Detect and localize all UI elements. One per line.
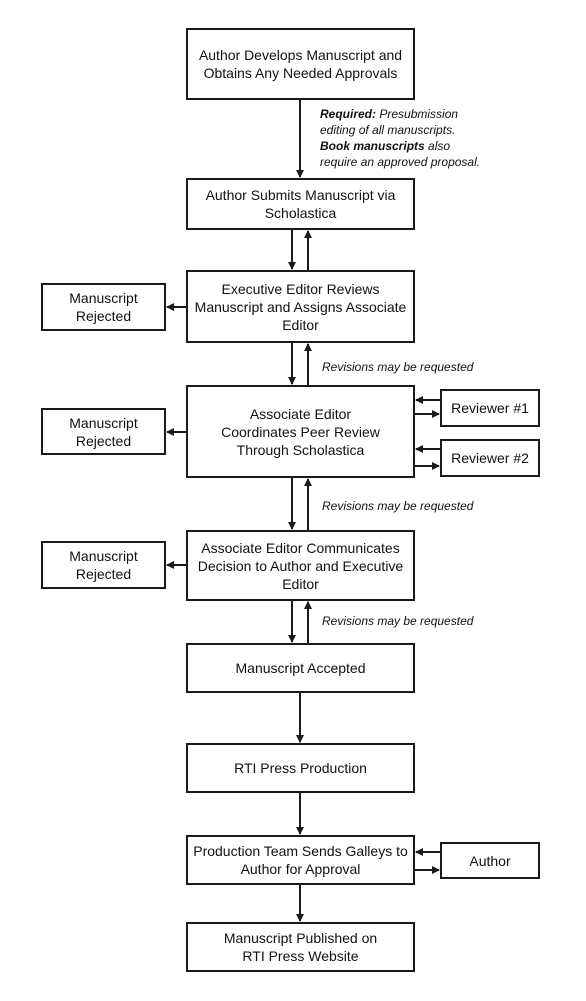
rejected-box-2: Manuscript Rejected [41,408,166,455]
revisions-note-1: Revisions may be requested [322,360,474,374]
step-develop-manuscript: Author Develops Manuscript and Obtains A… [186,28,415,100]
step-galleys: Production Team Sends Galleys to Author … [186,835,415,885]
book-text: also [424,139,451,153]
step-manuscript-accepted: Manuscript Accepted [186,643,415,693]
rejected-box-1: Manuscript Rejected [41,283,166,331]
step-peer-review: Associate Editor Coordinates Peer Review… [186,385,415,478]
revisions-note-3: Revisions may be requested [322,614,474,628]
reviewer-2-box: Reviewer #2 [440,439,540,477]
step-executive-review: Executive Editor Reviews Manuscript and … [186,270,415,343]
required-text: Presubmission [376,107,459,121]
step-communicate-decision: Associate Editor Communicates Decision t… [186,530,415,601]
book-line2: require an approved proposal. [320,155,481,169]
required-line2: editing of all manuscripts. [320,123,456,137]
required-label: Required: [320,107,377,121]
reviewer-1-box: Reviewer #1 [440,389,540,427]
submission-requirements-note: Required: Presubmission editing of all m… [320,106,480,170]
step-production: RTI Press Production [186,743,415,793]
step-submit-manuscript: Author Submits Manuscript via Scholastic… [186,178,415,230]
step-published: Manuscript Published on RTI Press Websit… [186,922,415,972]
revisions-note-2: Revisions may be requested [322,499,474,513]
book-label: Book manuscripts [320,139,425,153]
author-box: Author [440,842,540,879]
rejected-box-3: Manuscript Rejected [41,541,166,589]
